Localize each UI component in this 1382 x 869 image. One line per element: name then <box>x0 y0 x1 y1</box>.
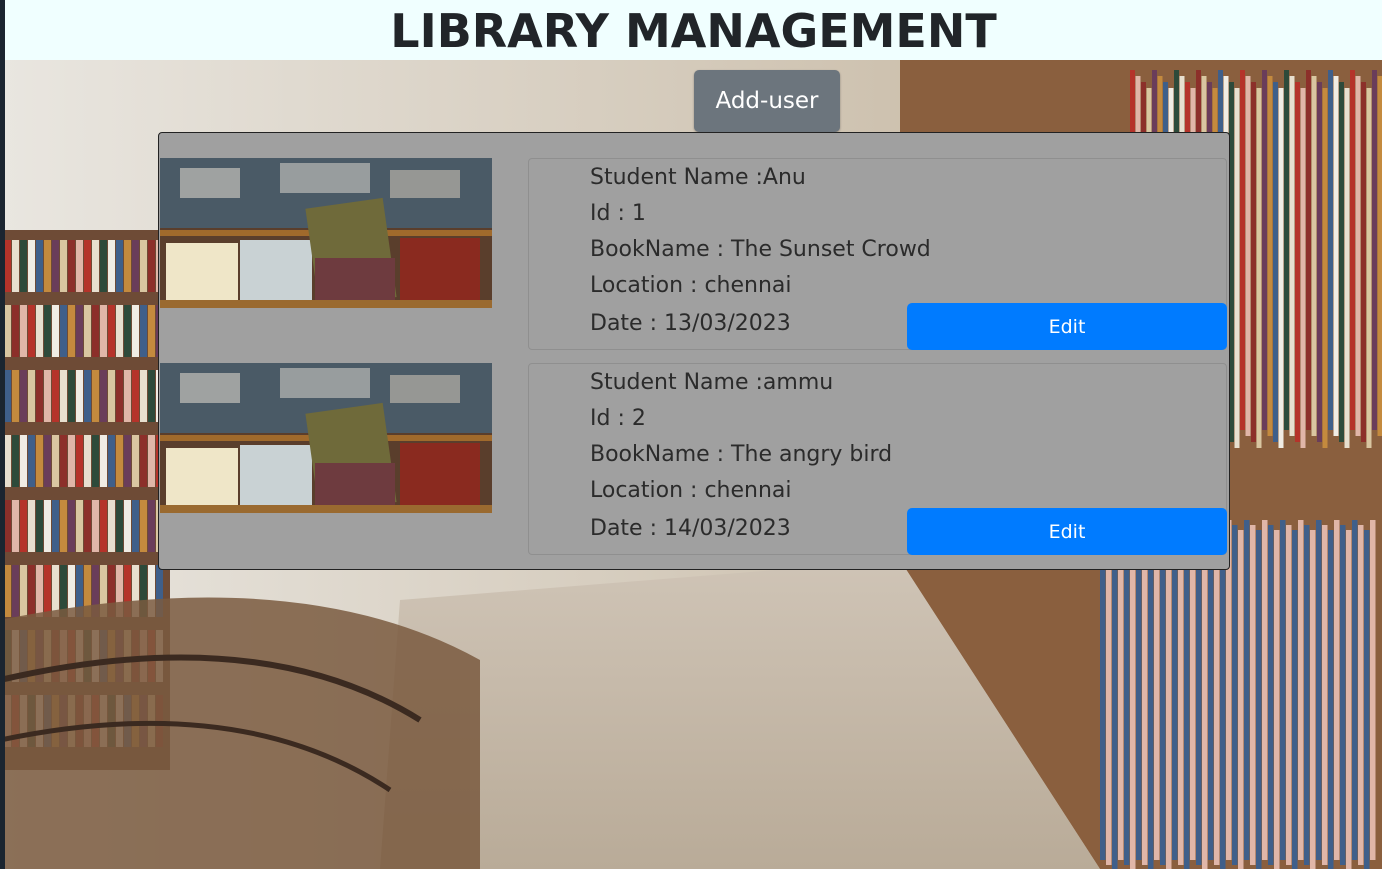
record-details: Student Name :ammu Id : 2 BookName : The… <box>528 363 1227 555</box>
book-cover-image <box>160 158 492 308</box>
student-name: Student Name :ammu <box>590 370 834 395</box>
book-cover-image <box>160 363 492 513</box>
location: Location : chennai <box>590 478 792 503</box>
left-window-edge <box>0 0 5 869</box>
location: Location : chennai <box>590 273 792 298</box>
record-details: Student Name :Anu Id : 1 BookName : The … <box>528 158 1227 350</box>
date: Date : 14/03/2023 <box>590 516 791 541</box>
record-id: Id : 1 <box>590 201 646 226</box>
add-user-button[interactable]: Add-user <box>694 70 840 132</box>
edit-button[interactable]: Edit <box>907 508 1227 555</box>
book-name: BookName : The Sunset Crowd <box>590 237 931 262</box>
student-name: Student Name :Anu <box>590 165 806 190</box>
record-card: Student Name :ammu Id : 2 BookName : The… <box>159 338 1229 555</box>
record-id: Id : 2 <box>590 406 646 431</box>
record-card: Student Name :Anu Id : 1 BookName : The … <box>159 133 1229 350</box>
records-panel: Student Name :Anu Id : 1 BookName : The … <box>158 132 1230 570</box>
page-header: LIBRARY MANAGEMENT <box>5 0 1382 60</box>
book-name: BookName : The angry bird <box>590 442 893 467</box>
date: Date : 13/03/2023 <box>590 311 791 336</box>
page-title: LIBRARY MANAGEMENT <box>390 4 997 58</box>
